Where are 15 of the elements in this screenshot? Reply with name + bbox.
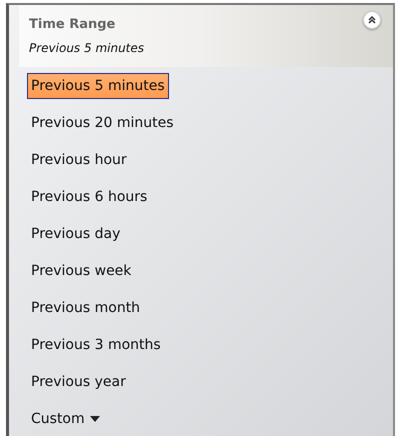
double-chevron-up-icon: [367, 15, 377, 25]
range-option[interactable]: Previous hour: [27, 147, 131, 173]
range-option[interactable]: Previous day: [27, 221, 124, 247]
range-option[interactable]: Previous 6 hours: [27, 184, 152, 210]
collapse-button[interactable]: [363, 11, 381, 29]
custom-dropdown[interactable]: Custom: [27, 406, 106, 432]
current-range: Previous 5 minutes: [29, 40, 146, 57]
panel-title: Time Range: [29, 16, 116, 34]
range-option[interactable]: Previous 5 minutes: [27, 73, 169, 99]
range-option[interactable]: Previous 3 months: [27, 332, 165, 358]
range-option[interactable]: Previous month: [27, 295, 144, 321]
range-option[interactable]: Previous week: [27, 258, 136, 284]
range-option[interactable]: Previous year: [27, 369, 130, 395]
caret-down-icon: [89, 415, 102, 424]
range-option[interactable]: Previous 20 minutes: [27, 110, 178, 136]
